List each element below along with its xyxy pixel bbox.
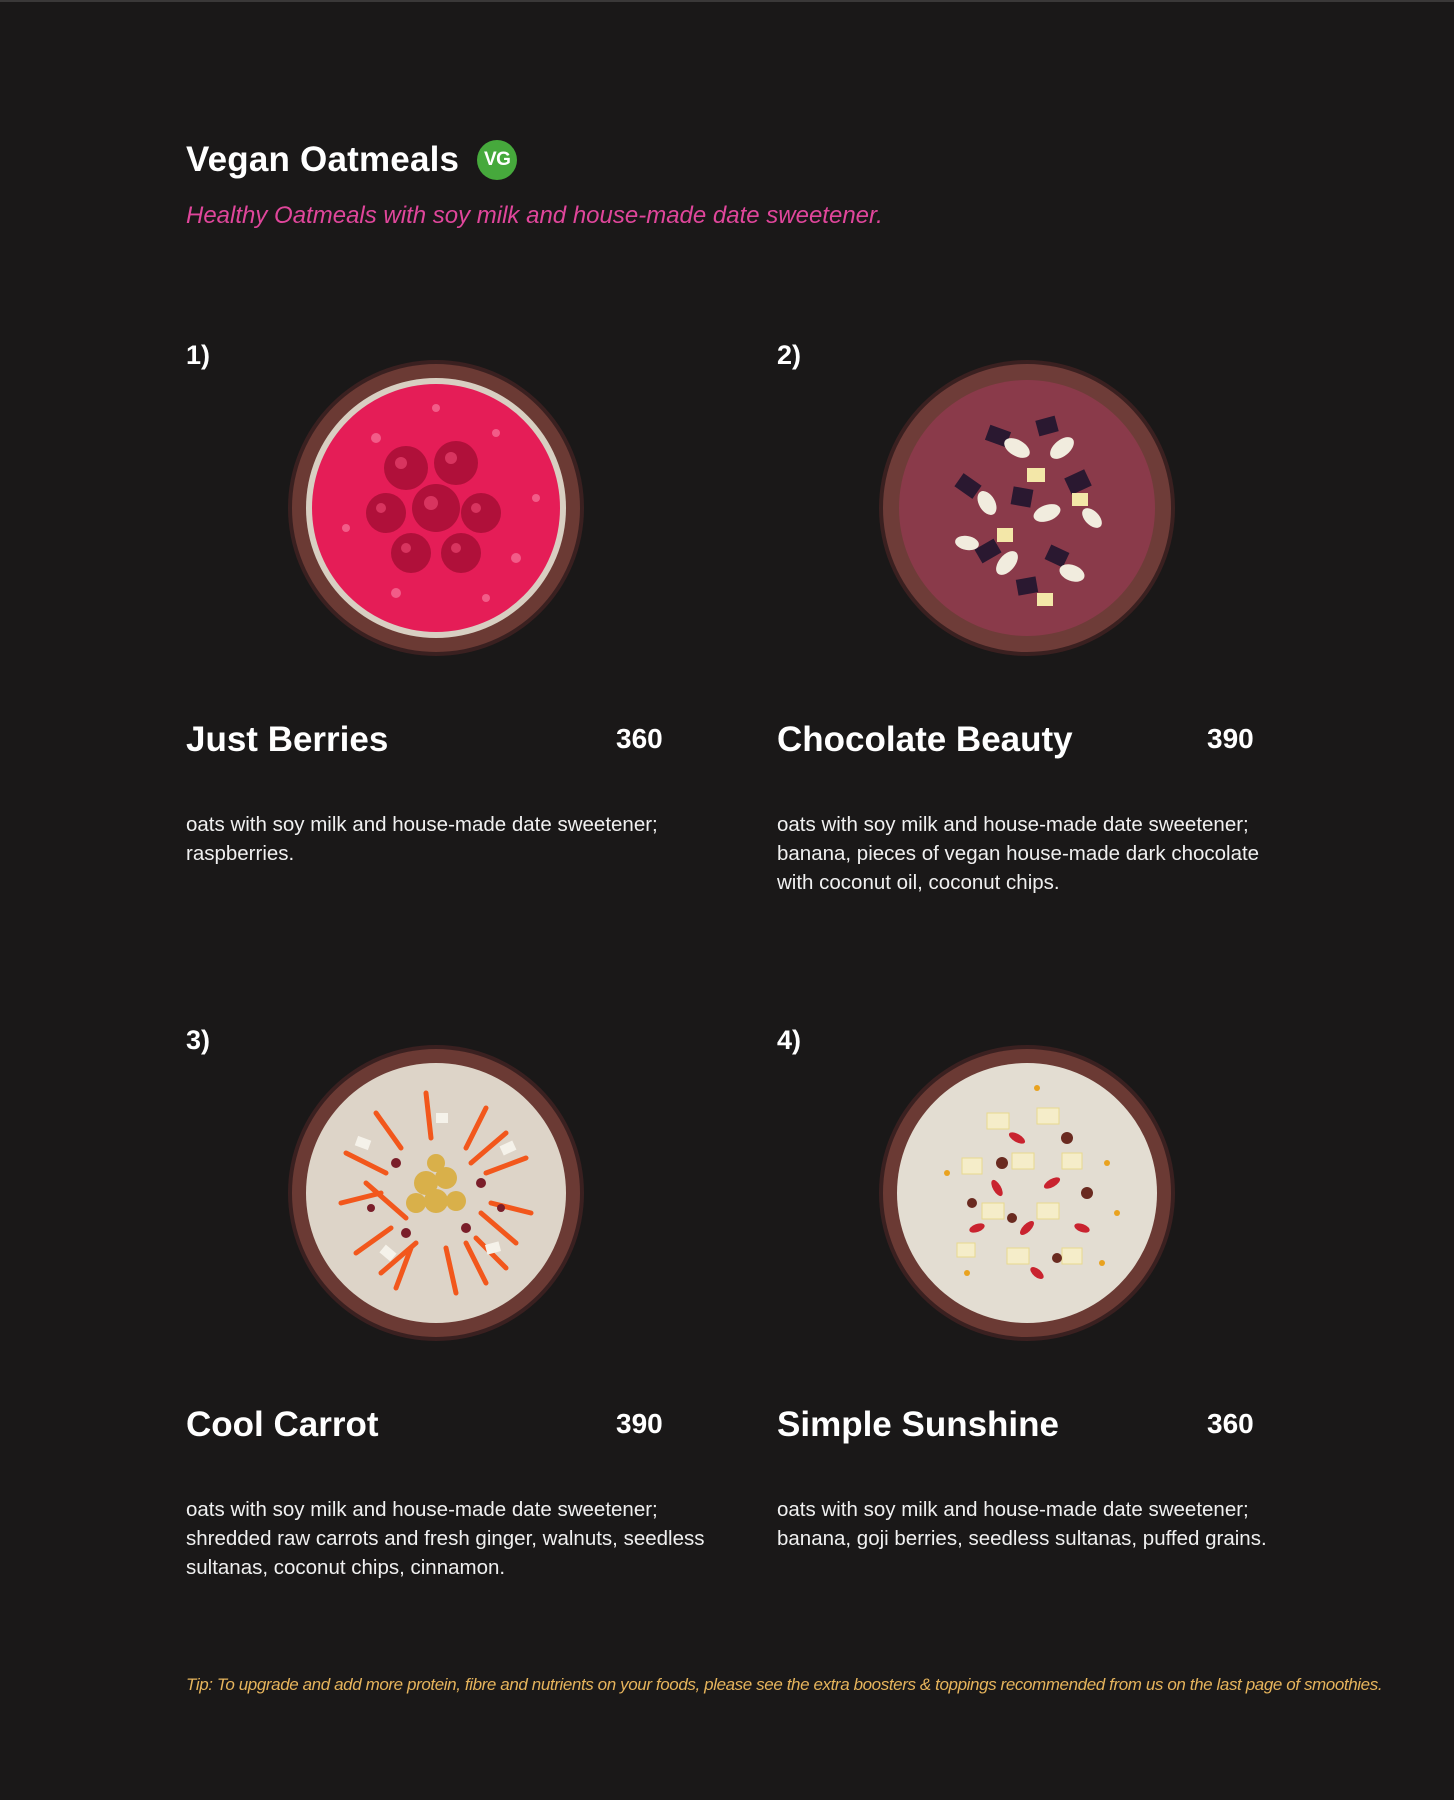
item-name: Simple Sunshine [777,1405,1059,1444]
banana-goji-oatmeal-bowl-image [879,1045,1175,1341]
item-number: 2) [777,340,802,370]
item-number: 4) [777,1025,802,1055]
item-price: 390 [1207,723,1254,754]
top-divider [0,0,1454,2]
item-name: Cool Carrot [186,1405,379,1444]
item-name: Just Berries [186,720,389,759]
menu-item-1: 1) Just Berries 360 oats with soy milk a… [186,340,706,940]
item-number: 1) [186,340,211,370]
item-number: 3) [186,1025,211,1055]
footer-tip: Tip: To upgrade and add more protein, fi… [186,1675,1383,1694]
item-description: oats with soy milk and house-made date s… [186,1498,705,1579]
item-price: 390 [616,1408,663,1439]
item-name: Chocolate Beauty [777,720,1073,759]
item-description: oats with soy milk and house-made date s… [777,813,1260,894]
item-description: oats with soy milk and house-made date s… [777,1498,1267,1550]
title-row: Vegan Oatmeals VG [186,140,883,180]
carrot-oatmeal-bowl-image [288,1045,584,1341]
item-price: 360 [1207,1408,1254,1439]
chocolate-oatmeal-bowl-image [879,360,1175,656]
menu-item-4: 4) Simple Sunshine 360 oats with soy mil… [777,1025,1297,1625]
page-subtitle: Healthy Oatmeals with soy milk and house… [186,202,883,229]
item-price: 360 [616,723,663,754]
item-description: oats with soy milk and house-made date s… [186,813,658,865]
menu-item-2: 2) Chocolate Beauty 390 oats with soy mi… [777,340,1297,940]
vegan-badge: VG [477,140,518,180]
menu-header: Vegan Oatmeals VG Healthy Oatmeals with … [186,140,883,230]
raspberry-oatmeal-bowl-image [288,360,584,656]
page-title: Vegan Oatmeals [186,140,460,179]
menu-item-3: 3) Cool Carrot 390 oats with soy milk an… [186,1025,706,1625]
